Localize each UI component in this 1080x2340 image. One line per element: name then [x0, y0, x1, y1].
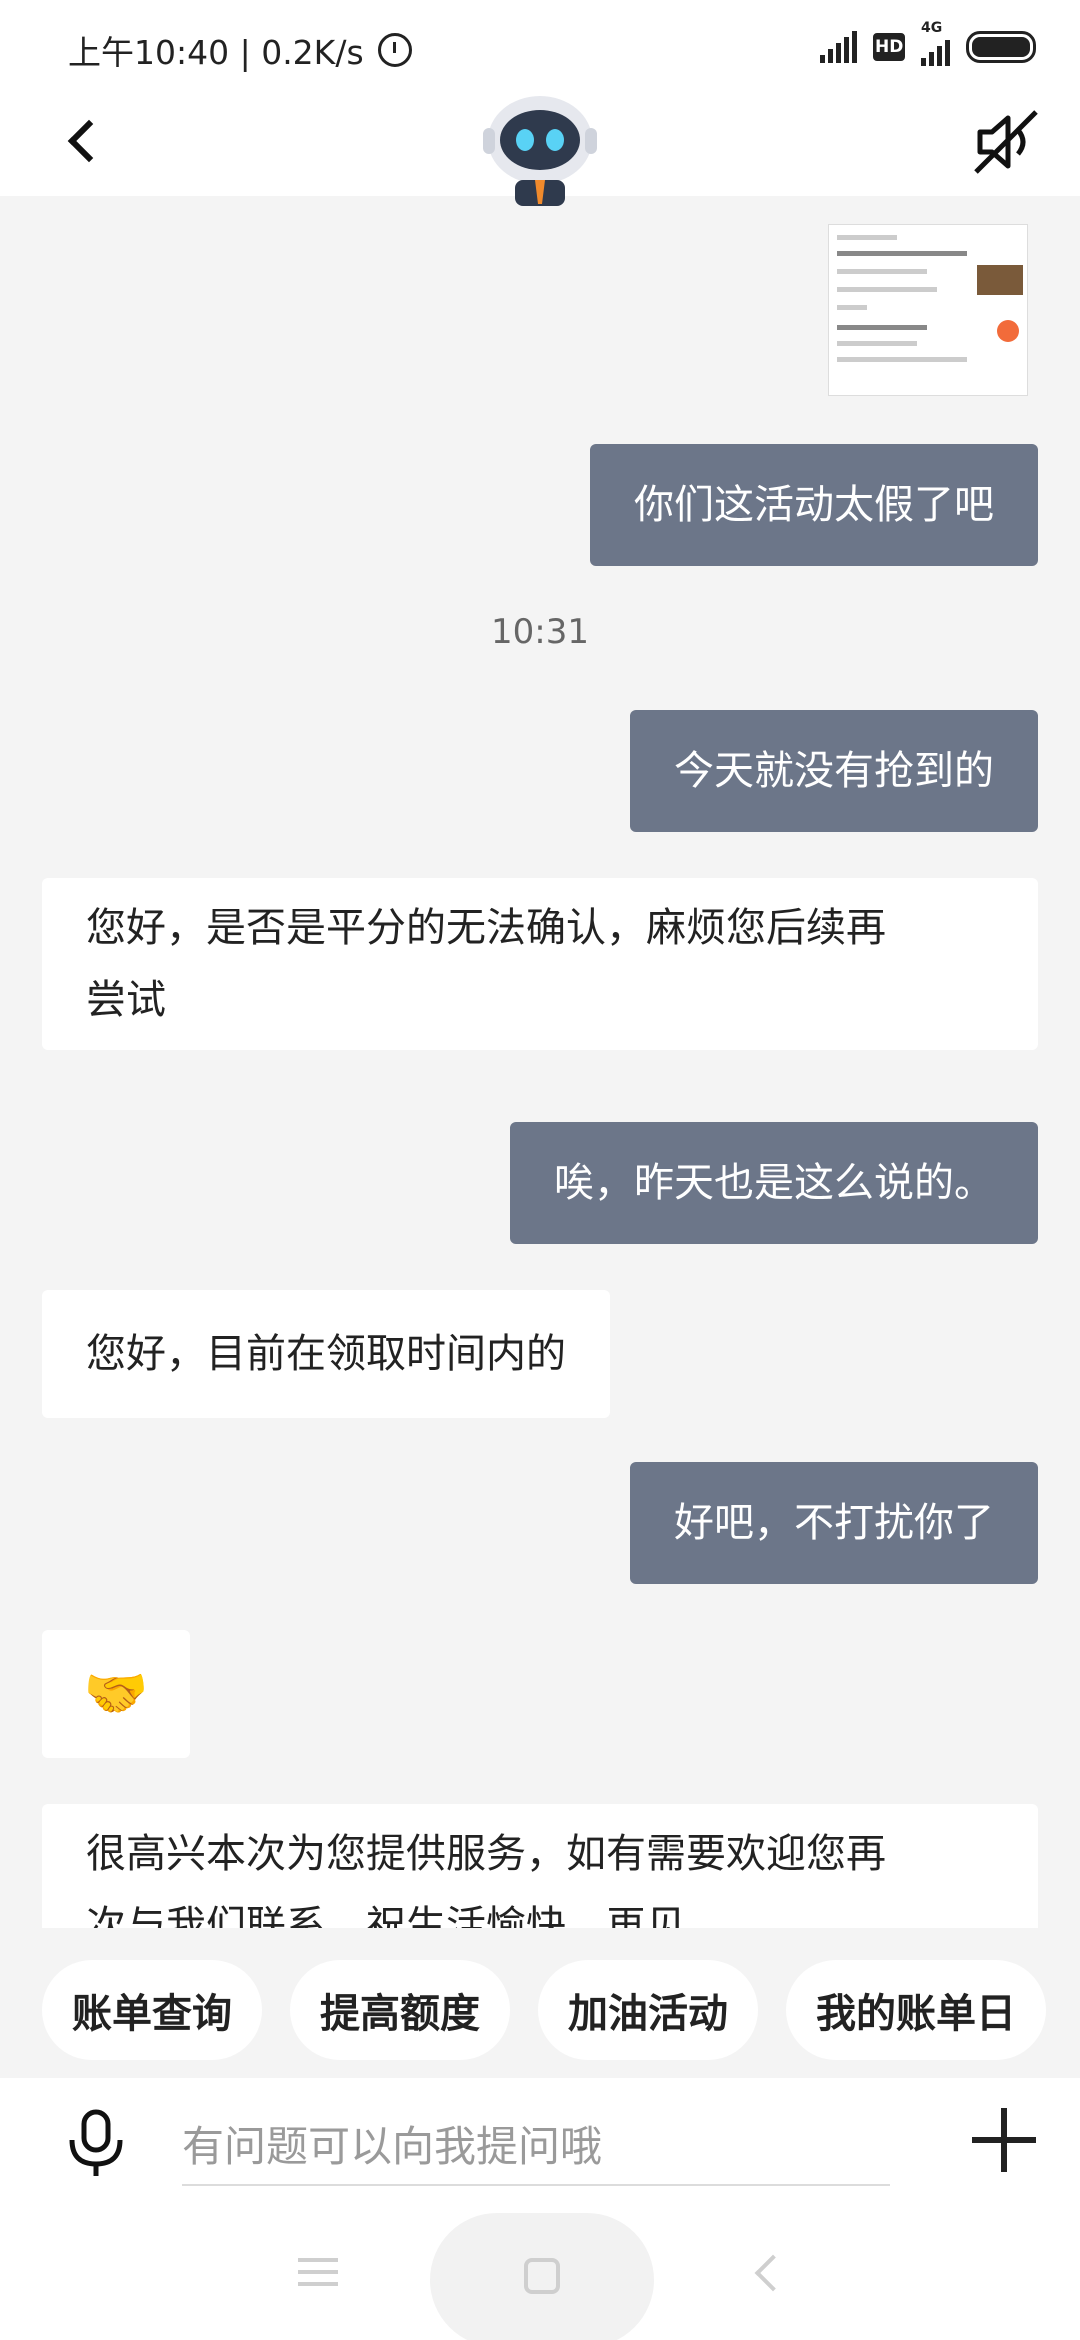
status-right: HD 4G	[820, 20, 1036, 66]
status-time: 上午10:40 | 0.2K/s	[68, 33, 364, 72]
incoming-message[interactable]: 🤝	[42, 1630, 190, 1758]
quick-reply-chip[interactable]: 我的账单日	[786, 1960, 1046, 2060]
back-button[interactable]	[60, 110, 120, 170]
message-text: 好吧，不打扰你了	[674, 1500, 994, 1546]
signal-icon	[820, 31, 857, 63]
add-attachment-button[interactable]	[972, 2108, 1036, 2172]
battery-icon	[966, 31, 1036, 63]
alarm-icon	[377, 33, 412, 67]
handshake-emoji: 🤝	[83, 1664, 149, 1724]
message-text: 你们这活动太假了吧	[634, 482, 994, 528]
quick-reply-chip[interactable]: 账单查询	[42, 1960, 262, 2060]
message-text: 您好，目前在领取时间内的	[86, 1331, 566, 1377]
chat-header	[0, 90, 1080, 206]
quick-reply-chip[interactable]: 提高额度	[290, 1960, 510, 2060]
outgoing-message[interactable]: 你们这活动太假了吧	[590, 444, 1038, 566]
message-input[interactable]	[182, 2108, 890, 2186]
quick-reply-chip[interactable]: 加油活动	[538, 1960, 758, 2060]
network-type: 4G	[921, 20, 943, 36]
outgoing-message[interactable]: 好吧，不打扰你了	[630, 1462, 1038, 1584]
incoming-message[interactable]: 您好，是否是平分的无法确认，麻烦您后续再 尝试	[42, 878, 1038, 1050]
message-text: 唉，昨天也是这么说的。	[554, 1160, 994, 1206]
hd-badge: HD	[873, 33, 905, 61]
microphone-icon	[69, 2109, 123, 2176]
incoming-message[interactable]: 很高兴本次为您提供服务，如有需要欢迎您再 次与我们联系，祝生活愉快，再见	[42, 1804, 1038, 1928]
chat-area[interactable]: 你们这活动太假了吧 10:31 今天就没有抢到的 您好，是否是平分的无法确认，麻…	[0, 196, 1080, 1928]
outgoing-message[interactable]: 唉，昨天也是这么说的。	[510, 1122, 1038, 1244]
speaker-mute-icon	[974, 110, 1038, 174]
microphone-button[interactable]	[64, 2108, 128, 2178]
quick-replies: 账单查询 提高额度 加油活动 我的账单日	[0, 1928, 1080, 2078]
status-bar: 上午10:40 | 0.2K/s HD 4G	[0, 0, 1080, 90]
robot-avatar-icon	[475, 82, 605, 212]
input-bar	[0, 2078, 1080, 2198]
system-navigation-bar	[0, 2198, 1080, 2340]
incoming-message[interactable]: 您好，目前在领取时间内的	[42, 1290, 610, 1418]
network-signal: 4G	[921, 20, 950, 66]
message-text: 今天就没有抢到的	[674, 748, 994, 794]
message-text-line: 尝试	[86, 977, 166, 1023]
signal-icon-2	[921, 34, 950, 66]
menu-icon[interactable]	[298, 2258, 338, 2290]
timestamp: 10:31	[491, 612, 589, 652]
home-icon[interactable]	[524, 2258, 560, 2294]
screenshot-thumbnail[interactable]	[828, 224, 1028, 396]
message-text-line: 很高兴本次为您提供服务，如有需要欢迎您再	[86, 1831, 886, 1877]
outgoing-message[interactable]: 今天就没有抢到的	[630, 710, 1038, 832]
message-text-line: 您好，是否是平分的无法确认，麻烦您后续再	[86, 905, 886, 951]
back-nav-icon[interactable]	[754, 2254, 792, 2292]
status-left: 上午10:40 | 0.2K/s	[68, 26, 412, 74]
message-text-line: 次与我们联系，祝生活愉快，再见	[86, 1903, 686, 1928]
speaker-mute-button[interactable]	[972, 108, 1040, 176]
